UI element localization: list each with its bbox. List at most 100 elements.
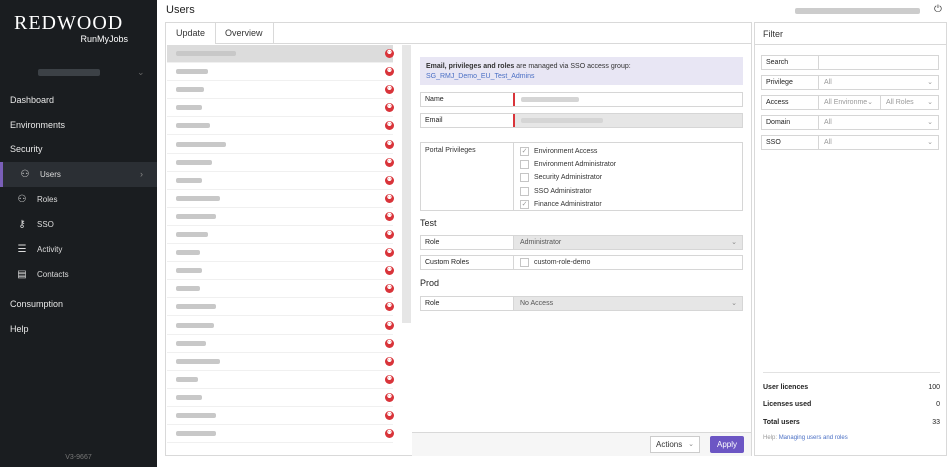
user-list-row[interactable]: ⚉ [167, 99, 394, 118]
user-list-row[interactable]: ⚉ [167, 389, 394, 407]
nav-users-label: Users [40, 170, 61, 179]
user-list-row[interactable]: ⚉ [167, 244, 394, 263]
apply-button[interactable]: Apply [710, 436, 744, 453]
name-field[interactable] [513, 93, 742, 106]
user-list-row[interactable]: ⚉ [167, 407, 394, 425]
user-list-row[interactable]: ⚉ [167, 190, 394, 208]
sso-badge-icon: ⚉ [385, 193, 394, 203]
version-label: V3-9667 [65, 454, 92, 461]
actions-button[interactable]: Actions ⌄ [650, 436, 700, 453]
user-list-row[interactable]: ⚉ [167, 45, 394, 63]
sso-group-link[interactable]: SG_RMJ_Demo_EU_Test_Admins [426, 73, 535, 80]
redwood-logo[interactable]: REDWOOD RunMyJobs [14, 12, 130, 48]
user-name [176, 51, 236, 56]
filter-title: Filter [763, 29, 783, 39]
chevron-down-icon: ⌄ [137, 67, 145, 77]
user-list-row[interactable]: ⚉ [167, 262, 394, 281]
help-prefix: Help: [763, 435, 778, 441]
nav-contacts-label: Contacts [37, 270, 69, 279]
user-list-row[interactable]: ⚉ [167, 425, 394, 444]
sso-badge-icon: ⚉ [385, 157, 394, 167]
chevron-down-icon: ⌄ [927, 119, 933, 126]
domain-filter-select[interactable]: All ⌄ [818, 116, 938, 129]
prod-role-label: Role [425, 300, 440, 307]
contacts-icon: ▤ [17, 269, 27, 280]
checkbox-box [520, 173, 529, 183]
user-list-row[interactable]: ⚉ [167, 298, 394, 317]
logo-brand: REDWOOD [14, 12, 124, 34]
nav-contacts[interactable]: ▤ Contacts [0, 262, 157, 287]
user-list-row[interactable]: ⚉ [167, 335, 394, 353]
sidebar: REDWOOD RunMyJobs ⌄ Dashboard Environmen… [0, 0, 157, 467]
privilege-label: Security Administrator [534, 174, 603, 182]
search-input[interactable] [818, 56, 938, 69]
custom-role-checkbox[interactable]: custom-role-demo [520, 257, 590, 268]
sso-filter-select[interactable]: All ⌄ [818, 136, 938, 149]
user-list-row[interactable]: ⚉ [167, 226, 394, 244]
user-list-row[interactable]: ⚉ [167, 154, 394, 172]
test-role-select[interactable]: Administrator ⌄ [513, 236, 742, 249]
nav-sso[interactable]: ⚷ SSO [0, 212, 157, 237]
access-roles-select[interactable]: All Roles ⌄ [880, 96, 938, 109]
checkmark-icon: ✓ [520, 199, 529, 209]
user-list-row[interactable]: ⚉ [167, 81, 394, 100]
access-env-select[interactable]: All Environme ⌄ [818, 96, 878, 109]
tab-overview[interactable]: Overview [215, 23, 274, 44]
nav-users[interactable]: ⚇ Users › [0, 162, 157, 187]
stat-value: 33 [932, 419, 940, 426]
nav-environments[interactable]: Environments [0, 113, 157, 137]
user-list-row[interactable]: ⚉ [167, 280, 394, 299]
checkbox-box [520, 258, 529, 267]
user-list-row[interactable]: ⚉ [167, 208, 394, 226]
privilege-checkbox[interactable]: ✓ Environment Access [520, 146, 597, 157]
nav-consumption[interactable]: Consumption [0, 292, 157, 316]
user-name [176, 177, 202, 183]
chevron-down-icon: ⌄ [731, 239, 737, 246]
nav-roles[interactable]: ⚇ Roles [0, 187, 157, 212]
search-label: Search [766, 59, 789, 66]
user-name [176, 413, 216, 418]
main-panel: Update Overview ⚉ ⚉ ⚉ ⚉ ⚉ ⚉ ⚉ ⚉ ⚉ ⚉ ⚉ ⚉ ⚉ ⚉ ⚉ ⚉ ⚉ ⚉ ⚉ ⚉ ⚉ ⚉ E… [165, 22, 752, 456]
nav-activity[interactable]: ☰ Activity [0, 237, 157, 262]
nav-dashboard[interactable]: Dashboard [0, 88, 157, 112]
user-list-row[interactable]: ⚉ [167, 353, 394, 371]
privilege-filter-select[interactable]: All ⌄ [818, 76, 938, 89]
filter-panel: Filter Search Privilege All ⌄ Access All… [754, 22, 947, 456]
sso-badge-icon: ⚉ [385, 121, 394, 131]
stat-value: 0 [936, 401, 940, 408]
user-list-row[interactable]: ⚉ [167, 317, 394, 335]
user-list-scrollbar[interactable] [402, 45, 411, 323]
tab-update[interactable]: Update [166, 23, 217, 44]
privilege-checkbox[interactable]: Environment Administrator [520, 159, 616, 170]
privilege-checkbox[interactable]: ✓ Finance Administrator [520, 199, 602, 210]
nav-help[interactable]: Help [0, 317, 157, 341]
privilege-label: SSO Administrator [534, 187, 592, 195]
prod-role-select[interactable]: No Access ⌄ [513, 297, 742, 310]
stat-value: 100 [928, 384, 940, 391]
privilege-checkbox[interactable]: Security Administrator [520, 172, 602, 183]
privilege-checkbox[interactable]: SSO Administrator [520, 186, 592, 197]
privilege-label: Environment Access [534, 148, 598, 155]
email-field[interactable] [513, 114, 742, 127]
test-role-label: Role [425, 239, 440, 246]
privilege-label: Environment Administrator [534, 161, 617, 169]
nav-security[interactable]: Security [0, 137, 157, 161]
test-role-row: Role Administrator ⌄ [420, 235, 743, 250]
user-list: ⚉ ⚉ ⚉ ⚉ ⚉ ⚉ ⚉ ⚉ ⚉ ⚉ ⚉ ⚉ ⚉ ⚉ ⚉ ⚉ ⚉ ⚉ ⚉ ⚉ ⚉ ⚉ [167, 45, 402, 455]
user-list-row[interactable]: ⚉ [167, 371, 394, 389]
sso-badge-icon: ⚉ [385, 374, 394, 384]
divider [763, 372, 940, 373]
prod-section-title: Prod [420, 278, 440, 288]
sso-badge-icon: ⚉ [385, 392, 394, 402]
user-list-row[interactable]: ⚉ [167, 136, 394, 154]
user-list-row[interactable]: ⚉ [167, 172, 394, 190]
help-link[interactable]: Managing users and roles [779, 435, 848, 441]
checkbox-box [520, 160, 529, 170]
divider [755, 44, 946, 45]
user-list-row[interactable]: ⚉ [167, 63, 394, 82]
user-selector[interactable]: ⌄ [0, 64, 157, 84]
power-icon[interactable]: ⏻ [934, 4, 942, 15]
sso-badge-icon: ⚉ [385, 175, 394, 185]
sso-badge-icon: ⚉ [385, 230, 394, 239]
user-list-row[interactable]: ⚉ [167, 117, 394, 136]
